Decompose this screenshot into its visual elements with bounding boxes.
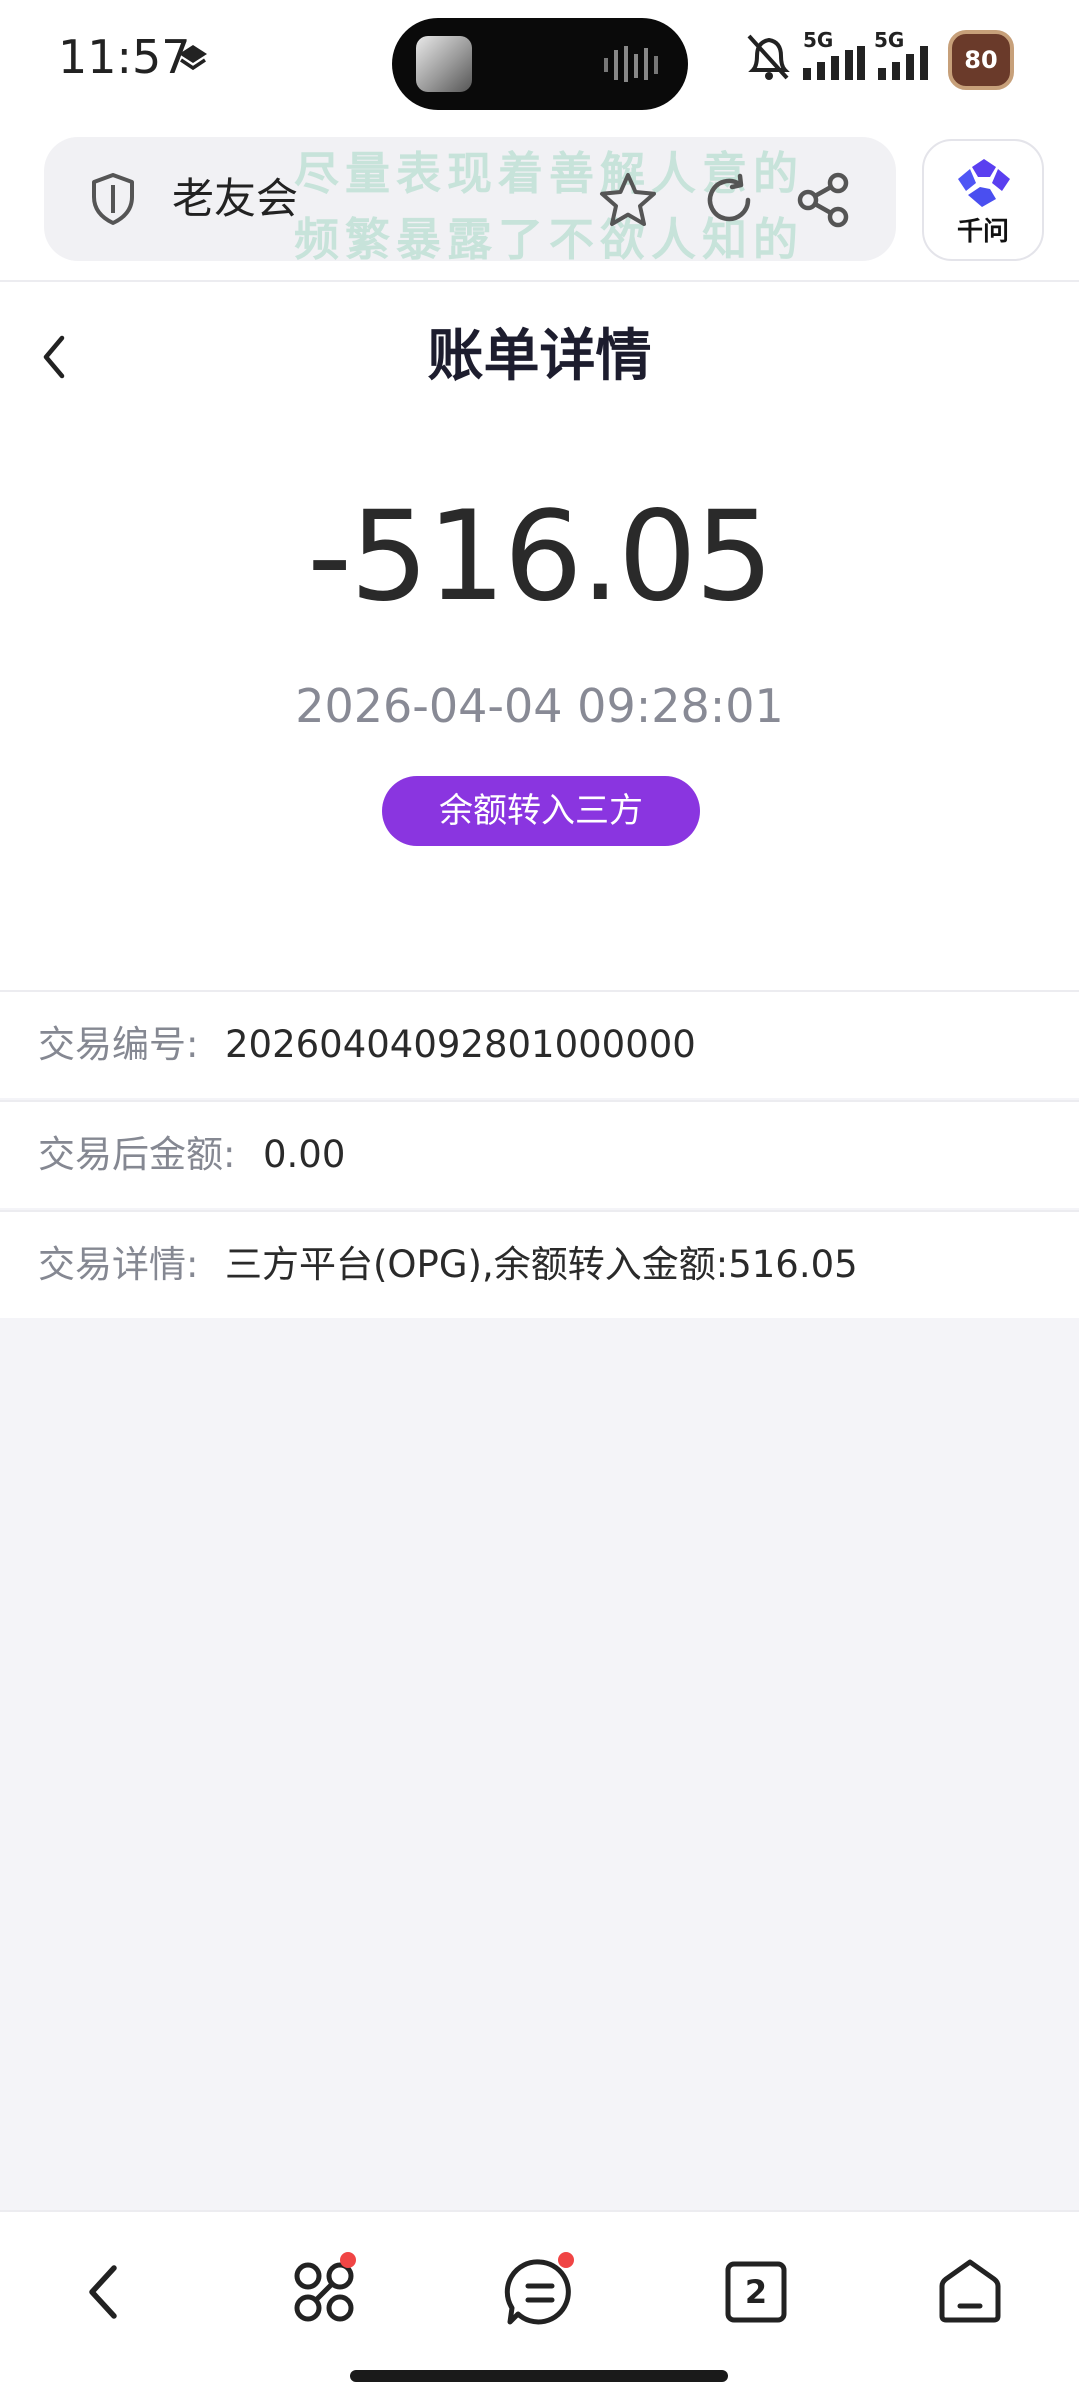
browser-toolbar: 老友会 尽量表现着善解人意的 频繁暴露了不欲人知的 千问 — [0, 125, 1079, 282]
transaction-datetime: 2026-04-04 09:28:01 — [295, 679, 784, 733]
site-name[interactable]: 老友会 — [172, 171, 298, 227]
nav-chat-button[interactable] — [500, 2252, 580, 2332]
shield-icon[interactable] — [88, 171, 138, 227]
detail-row-transaction-id: 交易编号: 20260404092801000000 — [0, 990, 1079, 1098]
nav-apps-button[interactable] — [284, 2252, 364, 2332]
home-indicator[interactable] — [350, 2370, 728, 2382]
row-value: 0.00 — [263, 1133, 346, 1176]
transaction-amount: -516.05 — [307, 485, 774, 629]
page-title: 账单详情 — [427, 324, 652, 389]
qianwen-logo-icon — [958, 159, 1010, 207]
qianwen-assistant-button[interactable]: 千问 — [922, 139, 1044, 261]
refresh-icon[interactable] — [700, 171, 758, 229]
status-time: 11:57 — [58, 30, 191, 84]
row-value: 20260404092801000000 — [225, 1023, 696, 1066]
row-label: 交易后金额: — [38, 1133, 236, 1176]
share-icon[interactable] — [794, 171, 852, 229]
row-value: 三方平台(OPG),余额转入金额:516.05 — [225, 1243, 858, 1286]
transaction-type-badge: 余额转入三方 — [382, 776, 700, 846]
star-icon[interactable] — [596, 169, 660, 233]
bill-summary-card: 账单详情 -516.05 2026-04-04 09:28:01 余额转入三方 — [0, 282, 1079, 990]
row-label: 交易编号: — [38, 1023, 199, 1066]
home-icon[interactable] — [930, 2252, 1010, 2332]
detail-row-balance-after: 交易后金额: 0.00 — [0, 1100, 1079, 1208]
detail-row-transaction-detail: 交易详情: 三方平台(OPG),余额转入金额:516.05 — [0, 1210, 1079, 1318]
notification-dot — [340, 2252, 356, 2268]
cell-signal-1-icon — [803, 46, 865, 80]
nav-tabs-button[interactable]: 2 — [716, 2252, 796, 2332]
audio-waveform-icon — [604, 46, 658, 82]
qianwen-label: 千问 — [956, 217, 1009, 247]
dynamic-island[interactable] — [392, 18, 688, 110]
layers-icon — [179, 45, 207, 71]
row-label: 交易详情: — [38, 1243, 199, 1286]
nav-back-icon[interactable] — [66, 2252, 146, 2332]
notification-dot — [558, 2252, 574, 2268]
cell-signal-2-icon — [878, 46, 928, 80]
address-bar[interactable]: 老友会 尽量表现着善解人意的 频繁暴露了不欲人知的 — [44, 137, 896, 266]
battery-indicator: 80 — [948, 30, 1014, 90]
status-bar: 11:57 5G 5G 80 — [0, 0, 1079, 125]
tab-count: 2 — [744, 2273, 768, 2311]
album-art-thumbnail — [416, 36, 472, 92]
mute-bell-icon — [747, 34, 790, 80]
